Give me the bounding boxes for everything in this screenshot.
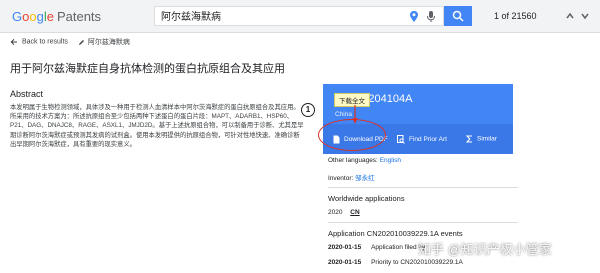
logo-letter: G [12,9,23,24]
worldwide-row: 2020 CN [328,209,360,216]
chevron-up-icon[interactable] [565,10,575,22]
abstract-text: 本发明属于生物检测领域，具体涉及一种用于检测人血清样本中阿尔茨海默症的蛋白抗原组… [10,104,304,148]
logo-product: Patents [56,9,102,24]
find-prior-art-button[interactable]: Find Prior Art [397,135,447,144]
sigma-icon [465,135,472,143]
logo-letter: e [46,9,54,24]
logo-letter: o [29,9,37,24]
other-languages-label: Other languages: [328,157,378,164]
current-query: 阿尔兹海默病 [87,39,130,46]
similar-button[interactable]: Similar [465,135,497,143]
event-text: Priority to CN202010039229.1A [371,259,463,266]
event-row: 2020-01-15 Application filed by [328,244,425,251]
inventor-row: Inventor: 邹永红 [328,172,375,182]
event-row: 2020-01-15 Priority to CN202010039229.1A [328,259,463,266]
worldwide-code[interactable]: CN [350,209,359,216]
similar-label: Similar [477,135,497,143]
divider [328,187,518,188]
breadcrumb: Back to results 阿尔兹海默病 [10,37,130,49]
microphone-icon[interactable] [426,10,436,23]
patent-title: 用于阿尔兹海默症自身抗体检测的蛋白抗原组合及其应用 [10,63,285,75]
edit-icon[interactable] [78,39,85,46]
events-heading: Application CN202010039229.1A events [328,229,463,238]
chevron-down-icon[interactable] [580,10,590,22]
google-patents-logo[interactable]: Google Patents [12,9,101,24]
logo-letter: g [36,9,44,24]
back-to-results-link[interactable]: Back to results [22,39,68,46]
event-date: 2020-01-15 [328,259,362,266]
find-prior-art-label: Find Prior Art [409,136,447,144]
inventor-label: Inventor: [328,175,354,182]
result-count: 1 of 21560 [494,11,537,21]
search-input[interactable] [161,10,381,21]
annotation-badge: 1 [301,103,315,117]
country-label: China [335,111,352,118]
worldwide-heading: Worldwide applications [328,194,405,203]
search-button[interactable] [444,6,472,26]
divider [328,222,518,223]
top-bar: GooglePatents 1 of 21560 [0,0,600,33]
inventor-link[interactable]: 邹永红 [355,175,375,182]
abstract-heading: Abstract [10,89,44,99]
search-icon [452,10,464,22]
arrow-back-icon[interactable] [10,38,18,46]
other-languages-row: Other languages: English [328,157,401,164]
event-date: 2020-01-15 [328,244,362,251]
search-box [154,6,444,26]
other-language-link[interactable]: English [380,157,401,164]
worldwide-year: 2020 [328,209,343,216]
location-pin-icon[interactable] [408,10,420,23]
annotation-ring [318,119,386,151]
prior-art-icon [397,135,405,144]
watermark: 知乎 @知识产权小管家 [418,242,552,257]
